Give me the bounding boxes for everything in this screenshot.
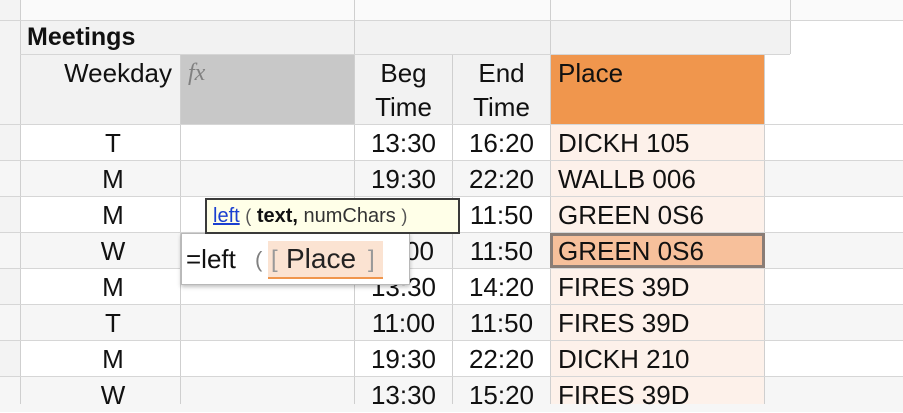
weekday-cell[interactable]: T [20, 305, 206, 341]
beg-time-cell[interactable]: 13:30 [355, 377, 452, 413]
bracket-close: ] [368, 246, 375, 273]
formula-editor[interactable]: =left ( [ Place ] [181, 233, 410, 285]
weekday-header: Weekday [64, 58, 172, 88]
place-cell[interactable]: DICKH 105 [551, 125, 764, 161]
beg-time-cell[interactable]: 13:30 [355, 125, 452, 161]
weekday-cell[interactable]: M [20, 161, 206, 197]
end-header-line1: End [478, 58, 525, 88]
tooltip-close-paren: ) [401, 206, 408, 226]
place-cell[interactable]: WALLB 006 [551, 161, 764, 197]
beg-header-line1: Beg [380, 58, 427, 88]
end-time-header: End Time [453, 56, 550, 124]
beg-time-cell[interactable]: 11:00 [355, 305, 452, 341]
weekday-cell[interactable]: M [20, 197, 206, 233]
place-header: Place [558, 58, 624, 88]
row-gutter [0, 0, 20, 404]
section-title: Meetings [27, 23, 136, 51]
beg-header-line2: Time [375, 92, 432, 122]
weekday-cell[interactable]: W [20, 233, 206, 269]
weekday-cell[interactable]: W [20, 377, 206, 413]
end-time-cell[interactable]: 11:50 [453, 197, 550, 233]
top-strip [20, 0, 903, 20]
end-time-cell[interactable]: 11:50 [453, 233, 550, 269]
end-time-cell[interactable]: 22:20 [453, 341, 550, 377]
weekday-cell[interactable]: M [20, 341, 206, 377]
weekday-cell[interactable]: M [20, 269, 206, 305]
end-time-cell[interactable]: 22:20 [453, 161, 550, 197]
beg-time-header: Beg Time [355, 56, 452, 124]
place-cell[interactable]: FIRES 39D [551, 377, 764, 413]
tooltip-arg-text: text, [256, 205, 298, 227]
fx-icon: fx [188, 60, 206, 86]
place-cell[interactable]: GREEN 0S6 [551, 197, 764, 233]
end-time-cell[interactable]: 16:20 [453, 125, 550, 161]
fx-header-cell[interactable] [181, 54, 354, 124]
function-tooltip: left ( text, numChars ) [205, 198, 460, 234]
formula-open-paren: ( [255, 247, 263, 272]
function-name-link[interactable]: left [213, 205, 240, 227]
end-time-cell[interactable]: 14:20 [453, 269, 550, 305]
beg-time-cell[interactable]: 19:30 [355, 341, 452, 377]
tooltip-open-paren: ( [245, 206, 252, 226]
place-cell-selected[interactable]: GREEN 0S6 [551, 233, 764, 269]
beg-time-cell[interactable]: 19:30 [355, 161, 452, 197]
place-cell[interactable]: FIRES 39D [551, 305, 764, 341]
end-time-cell[interactable]: 11:50 [453, 305, 550, 341]
end-header-line2: Time [473, 92, 530, 122]
bracket-open: [ [271, 246, 278, 273]
place-cell[interactable]: DICKH 210 [551, 341, 764, 377]
end-time-cell[interactable]: 15:20 [453, 377, 550, 413]
formula-prefix: =left [186, 244, 236, 274]
tooltip-arg-numchars: numChars [303, 205, 396, 227]
reference-text: Place [286, 243, 357, 274]
section-header-row [20, 20, 790, 54]
place-cell[interactable]: FIRES 39D [551, 269, 764, 305]
weekday-cell[interactable]: T [20, 125, 206, 161]
beg-time-cell-partial[interactable]: 00 [405, 233, 452, 269]
